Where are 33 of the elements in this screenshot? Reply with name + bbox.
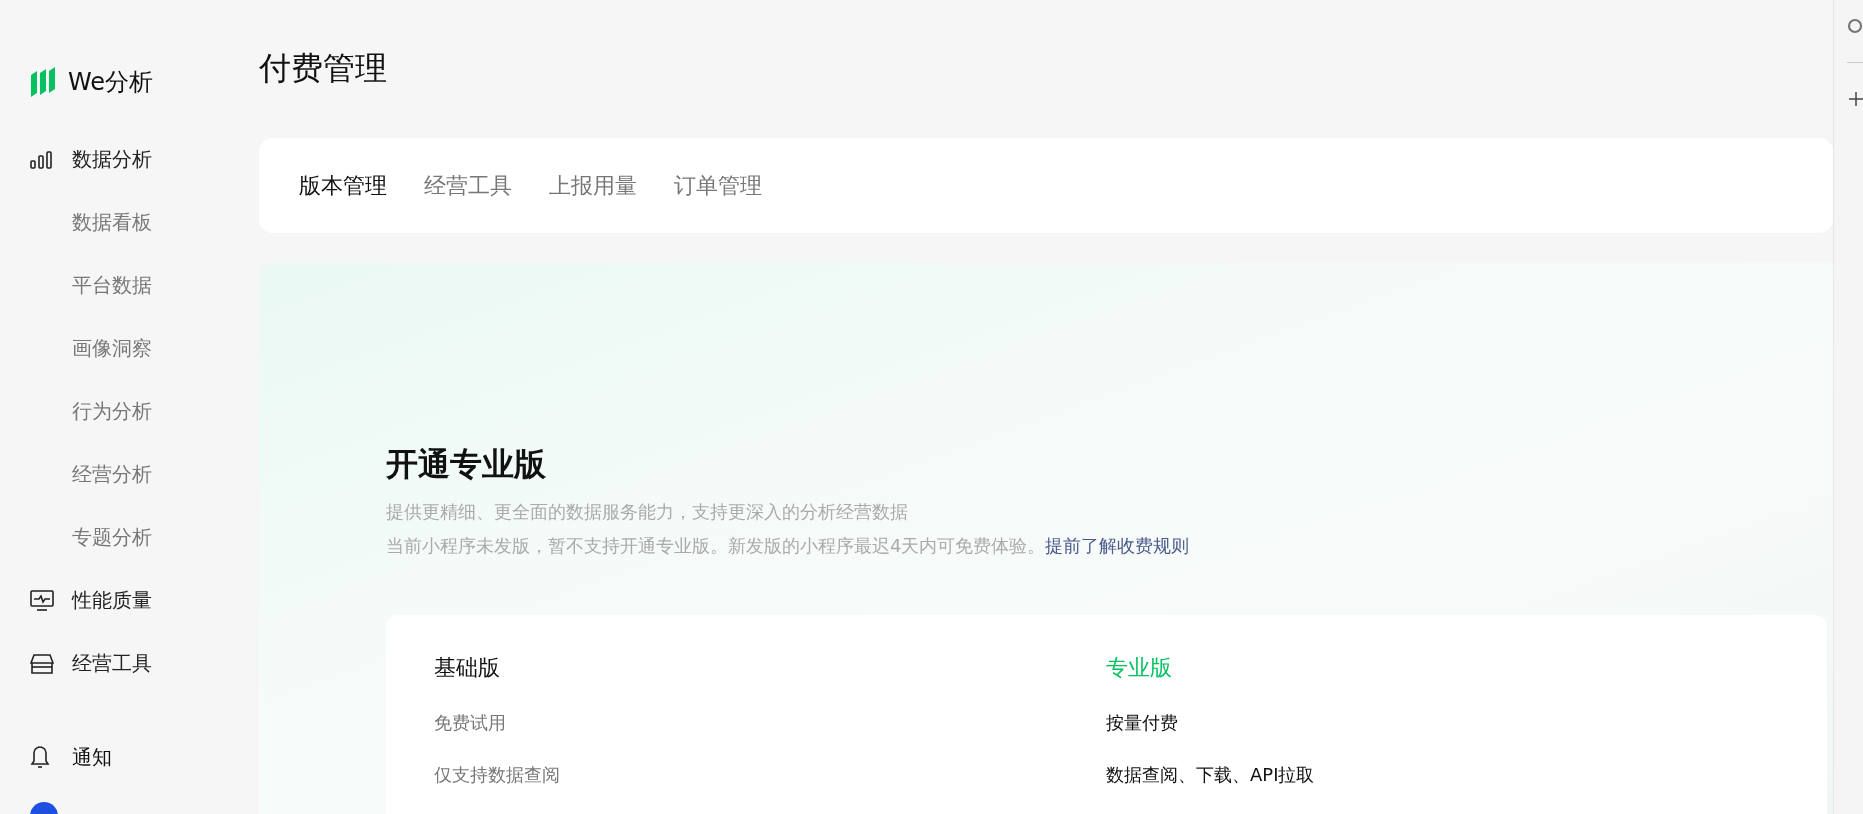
nav-item[interactable]: 性能质量 (72, 587, 152, 614)
tab[interactable]: 经营工具 (424, 170, 512, 201)
app-name: We分析 (68, 67, 154, 98)
hero-description: 提供更精细、更全面的数据服务能力，支持更深入的分析经营数据 (386, 500, 909, 524)
tab[interactable]: 上报用量 (549, 170, 637, 201)
pricing-link[interactable]: 提前了解收费规则 (1045, 535, 1190, 556)
nav-subitem[interactable]: 专题分析 (72, 524, 152, 551)
logo-icon (30, 67, 56, 97)
nav-subitem[interactable]: 数据看板 (72, 209, 152, 236)
nav-subitem[interactable]: 画像洞察 (72, 335, 152, 362)
plus-icon[interactable] (1847, 91, 1863, 107)
plan-feature: 数据查阅、下载、API拉取 (1106, 763, 1316, 787)
nav-subitem[interactable]: 经营分析 (72, 461, 152, 488)
plan-feature: 免费试用 (434, 711, 507, 735)
nav-subitem[interactable]: 平台数据 (72, 272, 152, 299)
plan-name: 专业版 (1106, 654, 1173, 682)
hero-note: 当前小程序未发版，暂不支持开通专业版。新发版的小程序最迟4天内可免费体验。提前了解收费规则 (386, 534, 1191, 558)
nav-subitem[interactable]: 行为分析 (72, 398, 152, 425)
monitor-icon (30, 589, 54, 612)
bar-chart-icon (30, 150, 52, 169)
tab[interactable]: 版本管理 (299, 170, 387, 201)
hero-title: 开通专业版 (386, 444, 547, 485)
plan-name: 基础版 (434, 654, 501, 682)
page-title: 付费管理 (259, 48, 388, 89)
bell-icon (30, 745, 50, 769)
tab[interactable]: 订单管理 (674, 170, 762, 201)
plan-feature: 仅支持数据查阅 (434, 763, 561, 787)
nav-item[interactable]: 经营工具 (72, 650, 152, 677)
nav-item[interactable]: 通知 (72, 743, 112, 771)
plan-feature: 按量付费 (1106, 711, 1179, 735)
nav-item[interactable]: 数据分析 (72, 146, 152, 173)
store-icon (30, 652, 54, 675)
search-icon[interactable] (1847, 18, 1863, 36)
